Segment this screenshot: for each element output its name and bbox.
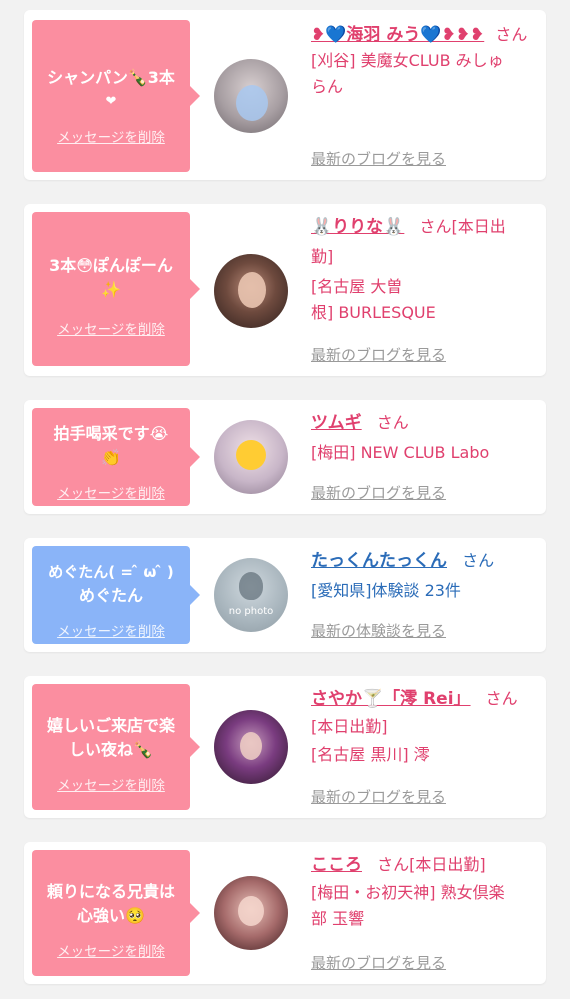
avatar[interactable]	[214, 254, 288, 328]
cast-info: こころ さん[本日出勤] [梅田・お初天神] 熟女倶楽 部 玉響	[311, 852, 539, 932]
face-shape	[238, 272, 266, 308]
clap-emoji-icon: 👏	[101, 448, 121, 467]
user-name-link[interactable]: たっくんたっくん	[311, 551, 447, 571]
cast-name-link[interactable]: ツムギ	[311, 413, 362, 433]
message-card: 拍手喝采です😭 👏 メッセージを削除 ツムギ さん [梅田] NEW CLUB …	[24, 400, 546, 514]
honorific: さん	[462, 551, 495, 570]
delete-message-link[interactable]: メッセージを削除	[32, 126, 190, 146]
heart-eyes-emoji-icon	[236, 440, 266, 470]
message-bubble: 拍手喝采です😭 👏 メッセージを削除	[32, 408, 200, 506]
avatar[interactable]	[214, 59, 288, 133]
shop-info: 部 玉響	[311, 909, 365, 928]
message-card: めぐたん( = ̂ ω ̂ ) めぐたん メッセージを削除 no photo た…	[24, 538, 546, 652]
cast-info: ツムギ さん [梅田] NEW CLUB Labo	[311, 410, 539, 466]
message-bubble: 嬉しいご来店で楽 しい夜ね🍾 メッセージを削除	[32, 684, 200, 810]
honorific: さん	[495, 25, 528, 44]
today-working-badge: [本日出勤]	[409, 855, 486, 874]
honorific: さん	[377, 855, 410, 874]
message-bubble: めぐたん( = ̂ ω ̂ ) めぐたん メッセージを削除	[32, 546, 200, 644]
honorific: さん	[419, 217, 452, 236]
shop-info: [梅田] NEW CLUB Labo	[311, 443, 490, 462]
today-working-badge: [本日出勤]	[311, 717, 388, 736]
sparkles-emoji-icon: ✨	[101, 280, 121, 299]
avatar[interactable]	[214, 420, 288, 494]
delete-message-link[interactable]: メッセージを削除	[32, 482, 190, 502]
today-working-badge: [本日出	[451, 217, 506, 236]
review-count: [愛知県]体験談 23件	[311, 581, 461, 600]
shop-info: [名古屋 黒川] 澪	[311, 745, 430, 764]
message-text: 頼りになる兄貴は	[46, 882, 175, 901]
cast-info: 🐰りりな🐰 さん[本日出 勤] [名古屋 大曽 根] BURLESQUE	[311, 214, 539, 326]
delete-message-link[interactable]: メッセージを削除	[32, 940, 190, 960]
message-text: シャンパン🍾3本	[47, 68, 175, 87]
honorific: さん	[485, 689, 518, 708]
message-bubble: シャンパン🍾3本 ❤ メッセージを削除	[32, 20, 200, 172]
delete-message-link[interactable]: メッセージを削除	[32, 318, 190, 338]
shop-info: [刈谷] 美魔女CLUB みしゅ	[311, 51, 504, 70]
message-text: めぐたん( = ̂ ω ̂ )	[48, 563, 174, 581]
latest-blog-link[interactable]: 最新のブログを見る	[311, 786, 446, 807]
heart-emoji-icon: ❤	[105, 94, 117, 109]
face-shape	[240, 732, 262, 760]
no-photo-text: no photo	[228, 606, 274, 617]
message-text: 拍手喝采です😭	[53, 424, 169, 443]
face-shape	[238, 896, 264, 926]
honorific: さん	[376, 413, 409, 432]
avatar[interactable]: no photo	[214, 558, 288, 632]
cast-name-link[interactable]: ❥💙海羽 みう💙❥❥❥	[311, 25, 484, 45]
delete-message-link[interactable]: メッセージを削除	[32, 774, 190, 794]
message-card: 頼りになる兄貴は 心強い🥺 メッセージを削除 こころ さん[本日出勤] [梅田・…	[24, 842, 546, 984]
avatar[interactable]	[214, 710, 288, 784]
shop-info: 勤]	[311, 247, 334, 266]
message-text: しい夜ね🍾	[69, 740, 153, 759]
latest-review-link[interactable]: 最新の体験談を見る	[311, 620, 446, 641]
user-info: たっくんたっくん さん [愛知県]体験談 23件	[311, 548, 539, 604]
cast-name-link[interactable]: こころ	[311, 855, 362, 875]
cast-name-link[interactable]: 🐰りりな🐰	[311, 217, 404, 237]
latest-blog-link[interactable]: 最新のブログを見る	[311, 952, 446, 973]
latest-blog-link[interactable]: 最新のブログを見る	[311, 482, 446, 503]
face-blur-icon	[236, 85, 268, 121]
message-text: 3本😳ぽんぽーん	[49, 256, 173, 275]
no-photo-silhouette-icon	[239, 572, 263, 600]
cast-info: さやか🍸「澪 Rei」 さん [本日出勤] [名古屋 黒川] 澪	[311, 686, 539, 768]
shop-info: [名古屋 大曽	[311, 277, 403, 296]
shop-info: [梅田・お初天神] 熟女倶楽	[311, 883, 505, 902]
delete-message-link[interactable]: メッセージを削除	[32, 620, 190, 640]
shop-info: 根] BURLESQUE	[311, 303, 436, 322]
avatar[interactable]	[214, 876, 288, 950]
message-card: 嬉しいご来店で楽 しい夜ね🍾 メッセージを削除 さやか🍸「澪 Rei」 さん […	[24, 676, 546, 818]
shop-info: らん	[311, 77, 344, 96]
cast-name-link[interactable]: さやか🍸「澪 Rei」	[311, 689, 471, 709]
message-card: 3本😳ぽんぽーん ✨ メッセージを削除 🐰りりな🐰 さん[本日出 勤] [名古屋…	[24, 204, 546, 376]
message-bubble: 頼りになる兄貴は 心強い🥺 メッセージを削除	[32, 850, 200, 976]
message-bubble: 3本😳ぽんぽーん ✨ メッセージを削除	[32, 212, 200, 366]
latest-blog-link[interactable]: 最新のブログを見る	[311, 148, 446, 169]
message-text: めぐたん	[78, 586, 143, 605]
message-text: 心強い🥺	[77, 906, 145, 925]
message-text: 嬉しいご来店で楽	[46, 716, 175, 735]
message-card: シャンパン🍾3本 ❤ メッセージを削除 ❥💙海羽 みう💙❥❥❥ さん [刈谷] …	[24, 10, 546, 180]
cast-info: ❥💙海羽 みう💙❥❥❥ さん [刈谷] 美魔女CLUB みしゅ らん	[311, 22, 539, 100]
latest-blog-link[interactable]: 最新のブログを見る	[311, 344, 446, 365]
